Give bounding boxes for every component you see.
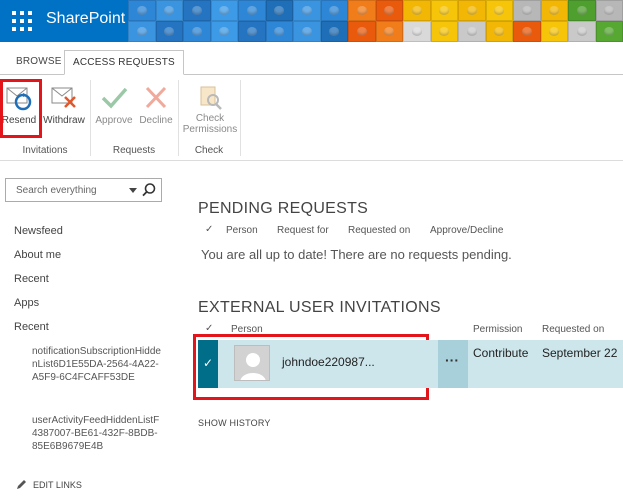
decline-label: Decline: [139, 115, 173, 126]
tab-browse[interactable]: BROWSE: [8, 50, 70, 75]
decline-button[interactable]: Decline: [138, 83, 174, 133]
search-icon[interactable]: [141, 182, 157, 198]
lego-brick: [513, 0, 541, 21]
app-launcher-icon[interactable]: [12, 11, 32, 31]
nav-subitem-notification-list[interactable]: notificationSubscriptionHiddenList6D1E55…: [32, 345, 162, 384]
lego-brick: [128, 0, 156, 21]
lego-brick: [595, 0, 623, 21]
lego-brick: [485, 0, 513, 21]
approve-label: Approve: [95, 115, 133, 126]
withdraw-button[interactable]: Withdraw: [42, 83, 86, 133]
avatar: [234, 345, 270, 381]
column-header-approve-decline[interactable]: Approve/Decline: [430, 225, 503, 236]
lego-brick: [210, 21, 238, 42]
lego-brick: [568, 0, 596, 21]
sharepoint-brand[interactable]: SharePoint: [46, 10, 125, 28]
lego-brick: [320, 21, 348, 42]
nav-item-recent-heading[interactable]: Recent: [14, 321, 49, 333]
lego-brick: [458, 0, 486, 21]
column-header-permission[interactable]: Permission: [473, 324, 522, 335]
lego-brick: [513, 21, 541, 42]
search-box[interactable]: Search everything: [5, 178, 162, 202]
lego-brick: [430, 21, 458, 42]
pending-empty-message: You are all up to date! There are no req…: [201, 247, 512, 262]
lego-brick: [183, 21, 211, 42]
lego-brick: [348, 21, 376, 42]
lego-brick: [568, 21, 596, 42]
table-row[interactable]: ✓ johndoe220987... ··· Contribute Septem…: [198, 340, 623, 388]
show-history-link[interactable]: SHOW HISTORY: [198, 418, 271, 428]
lego-brick: [540, 0, 568, 21]
column-header-person[interactable]: Person: [226, 225, 258, 236]
nav-item-newsfeed[interactable]: Newsfeed: [14, 225, 63, 237]
group-separator: [240, 80, 241, 156]
select-all-check-icon[interactable]: ✓: [205, 224, 213, 235]
group-label-invitations: Invitations: [22, 145, 68, 156]
lego-brick: [238, 21, 266, 42]
pencil-icon: [17, 480, 26, 489]
nav-subitem-activity-feed-list[interactable]: userActivityFeedHiddenListF4387007-BE61-…: [32, 414, 162, 453]
lego-brick: [540, 21, 568, 42]
column-header-request-for[interactable]: Request for: [277, 225, 329, 236]
checkmark-icon: [101, 87, 128, 109]
lego-brick: [403, 21, 431, 42]
lego-brick: [485, 21, 513, 42]
approve-button[interactable]: Approve: [94, 83, 134, 133]
checkmark-icon: ✓: [203, 356, 214, 370]
check-permissions-button[interactable]: Check Permissions: [181, 83, 239, 135]
external-invitations-title: EXTERNAL USER INVITATIONS: [198, 299, 441, 316]
close-icon: [145, 86, 167, 109]
check-permissions-label-line1: Check: [195, 113, 225, 124]
ellipsis-icon: ···: [445, 352, 459, 368]
lego-brick: [595, 21, 623, 42]
lego-brick: [128, 21, 156, 42]
invitee-name[interactable]: johndoe220987...: [282, 355, 375, 369]
lego-brick: [210, 0, 238, 21]
search-input[interactable]: Search everything: [16, 185, 97, 196]
lego-brick: [265, 21, 293, 42]
requested-on-value: September 22: [542, 346, 618, 360]
lego-brick: [458, 21, 486, 42]
lego-brick: [430, 0, 458, 21]
chevron-down-icon[interactable]: [129, 188, 137, 193]
group-label-check: Check: [194, 145, 224, 156]
ribbon: Resend Withdraw Approve Decline Check Pe…: [0, 75, 623, 161]
permission-value: Contribute: [473, 346, 529, 360]
lego-brick: [265, 0, 293, 21]
column-header-requested-on[interactable]: Requested on: [542, 324, 604, 335]
nav-item-recent[interactable]: Recent: [14, 273, 49, 285]
highlight-resend-box: [0, 79, 42, 138]
person-placeholder-icon: [235, 346, 269, 380]
lego-brick: [155, 0, 183, 21]
column-header-person[interactable]: Person: [231, 324, 263, 335]
group-label-requests: Requests: [112, 145, 156, 156]
lego-brick: [375, 0, 403, 21]
lego-brick: [155, 21, 183, 42]
lego-brick: [403, 0, 431, 21]
edit-links-label: EDIT LINKS: [33, 480, 82, 490]
edit-links-button[interactable]: EDIT LINKS: [16, 479, 82, 490]
lego-brick: [375, 21, 403, 42]
withdraw-icon: [51, 87, 76, 108]
header-background-image: [128, 0, 623, 42]
lego-brick: [348, 0, 376, 21]
check-permissions-label-line2: Permissions: [182, 124, 238, 135]
more-options-button[interactable]: ···: [438, 340, 468, 388]
lego-brick: [293, 21, 321, 42]
lego-brick: [183, 0, 211, 21]
lego-brick: [238, 0, 266, 21]
nav-item-apps[interactable]: Apps: [14, 297, 39, 309]
pending-requests-title: PENDING REQUESTS: [198, 200, 369, 217]
ribbon-tabs: BROWSE ACCESS REQUESTS: [0, 42, 623, 75]
lego-brick: [320, 0, 348, 21]
check-permissions-icon: [200, 86, 222, 110]
lego-brick: [293, 0, 321, 21]
nav-item-about-me[interactable]: About me: [14, 249, 61, 261]
withdraw-label: Withdraw: [43, 115, 85, 126]
select-all-check-icon[interactable]: ✓: [205, 323, 213, 334]
tab-access-requests[interactable]: ACCESS REQUESTS: [64, 50, 184, 75]
column-header-requested-on[interactable]: Requested on: [348, 225, 410, 236]
suite-bar: SharePoint: [0, 0, 623, 42]
row-select-checkbox[interactable]: ✓: [198, 340, 218, 388]
